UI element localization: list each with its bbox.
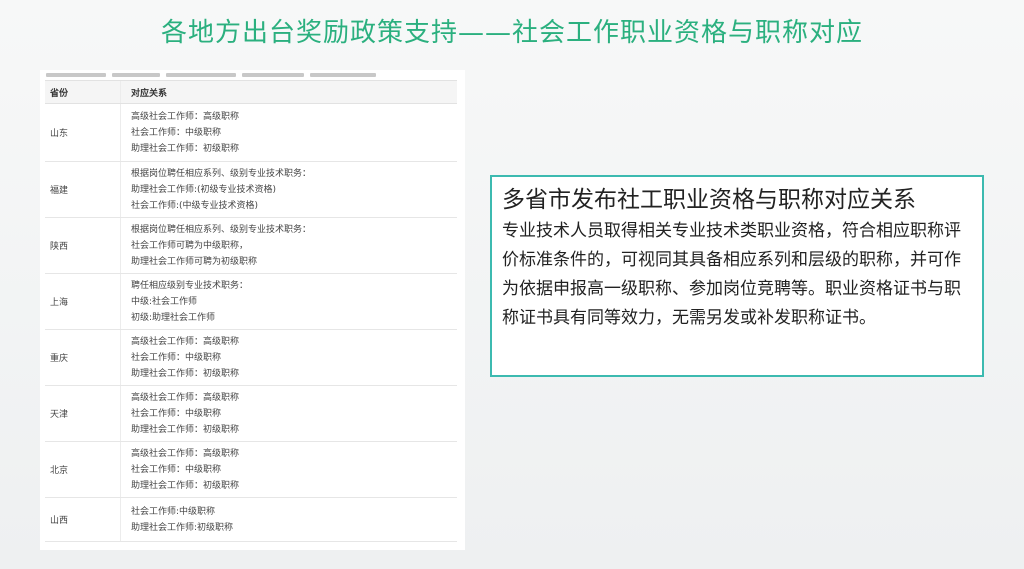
- province-cell: 重庆: [45, 329, 121, 386]
- table-header-row: 省份 对应关系: [45, 80, 457, 104]
- relation-line: 社会工作师：中级职称: [131, 127, 222, 138]
- relation-line: 助理社会工作师:初级职称: [131, 522, 234, 533]
- relation-line: 高级社会工作师：高级职称: [131, 448, 240, 459]
- relation-line: 社会工作师：中级职称: [131, 464, 222, 475]
- relation-cell: 高级社会工作师：高级职称 社会工作师：中级职称 助理社会工作师：初级职称: [120, 385, 457, 442]
- relation-cell: 高级社会工作师：高级职称 社会工作师：中级职称 助理社会工作师：初级职称: [120, 329, 457, 386]
- table-row: 山西 社会工作师:中级职称 助理社会工作师:初级职称: [45, 497, 457, 542]
- info-callout-box: 多省市发布社工职业资格与职称对应关系 专业技术人员取得相关专业技术类职业资格，符…: [490, 175, 984, 377]
- relation-line: 助理社会工作师可聘为初级职称: [131, 256, 258, 267]
- table-row: 山东 高级社会工作师：高级职称 社会工作师：中级职称 助理社会工作师：初级职称: [45, 103, 457, 162]
- relation-line: 助理社会工作师：初级职称: [131, 480, 240, 491]
- policy-table-image: 省份 对应关系 山东 高级社会工作师：高级职称 社会工作师：中级职称 助理社会工…: [40, 70, 465, 550]
- relation-line: 高级社会工作师：高级职称: [131, 392, 240, 403]
- table-row: 北京 高级社会工作师：高级职称 社会工作师：中级职称 助理社会工作师：初级职称: [45, 441, 457, 498]
- relation-line: 助理社会工作师：初级职称: [131, 368, 240, 379]
- province-cell: 山东: [45, 103, 121, 162]
- relation-line: 社会工作师：中级职称: [131, 352, 222, 363]
- province-cell: 天津: [45, 385, 121, 442]
- relation-cell: 聘任相应级别专业技术职务： 中级:社会工作师 初级:助理社会工作师: [120, 273, 457, 330]
- relation-line: 高级社会工作师：高级职称: [131, 111, 240, 122]
- cropped-text-line: [40, 70, 465, 79]
- info-box-body: 专业技术人员取得相关专业技术类职业资格，符合相应职称评价标准条件的，可视同其具备…: [502, 221, 961, 328]
- province-cell: 福建: [45, 161, 121, 218]
- province-cell: 山西: [45, 497, 121, 542]
- table-row: 福建 根据岗位聘任相应系列、级别专业技术职务： 助理社会工作师:(初级专业技术资…: [45, 161, 457, 218]
- relation-line: 助理社会工作师：初级职称: [131, 143, 240, 154]
- column-header-relation: 对应关系: [120, 80, 457, 104]
- relation-line: 聘任相应级别专业技术职务：: [131, 280, 249, 291]
- province-cell: 陕西: [45, 217, 121, 274]
- relation-cell: 高级社会工作师：高级职称 社会工作师：中级职称 助理社会工作师：初级职称: [120, 441, 457, 498]
- slide-title: 各地方出台奖励政策支持——社会工作职业资格与职称对应: [160, 18, 863, 48]
- relation-line: 助理社会工作师：初级职称: [131, 424, 240, 435]
- relation-line: 社会工作师：中级职称: [131, 408, 222, 419]
- relation-line: 初级:助理社会工作师: [131, 312, 216, 323]
- relation-cell: 根据岗位聘任相应系列、级别专业技术职务： 社会工作师可聘为中级职称， 助理社会工…: [120, 217, 457, 274]
- table-row: 天津 高级社会工作师：高级职称 社会工作师：中级职称 助理社会工作师：初级职称: [45, 385, 457, 442]
- policy-table: 省份 对应关系 山东 高级社会工作师：高级职称 社会工作师：中级职称 助理社会工…: [45, 80, 457, 542]
- relation-line: 助理社会工作师:(初级专业技术资格): [131, 184, 277, 195]
- relation-cell: 高级社会工作师：高级职称 社会工作师：中级职称 助理社会工作师：初级职称: [120, 103, 457, 162]
- province-cell: 北京: [45, 441, 121, 498]
- relation-cell: 社会工作师:中级职称 助理社会工作师:初级职称: [120, 497, 457, 542]
- column-header-province: 省份: [45, 80, 121, 104]
- relation-line: 社会工作师:中级职称: [131, 506, 216, 517]
- table-row: 重庆 高级社会工作师：高级职称 社会工作师：中级职称 助理社会工作师：初级职称: [45, 329, 457, 386]
- relation-line: 根据岗位聘任相应系列、级别专业技术职务：: [131, 224, 312, 235]
- table-row: 陕西 根据岗位聘任相应系列、级别专业技术职务： 社会工作师可聘为中级职称， 助理…: [45, 217, 457, 274]
- relation-line: 社会工作师:(中级专业技术资格): [131, 200, 259, 211]
- relation-line: 高级社会工作师：高级职称: [131, 336, 240, 347]
- relation-cell: 根据岗位聘任相应系列、级别专业技术职务： 助理社会工作师:(初级专业技术资格) …: [120, 161, 457, 218]
- province-cell: 上海: [45, 273, 121, 330]
- relation-line: 社会工作师可聘为中级职称，: [131, 240, 249, 251]
- relation-line: 中级:社会工作师: [131, 296, 198, 307]
- relation-line: 根据岗位聘任相应系列、级别专业技术职务：: [131, 168, 312, 179]
- info-box-title: 多省市发布社工职业资格与职称对应关系: [502, 187, 916, 213]
- table-row: 上海 聘任相应级别专业技术职务： 中级:社会工作师 初级:助理社会工作师: [45, 273, 457, 330]
